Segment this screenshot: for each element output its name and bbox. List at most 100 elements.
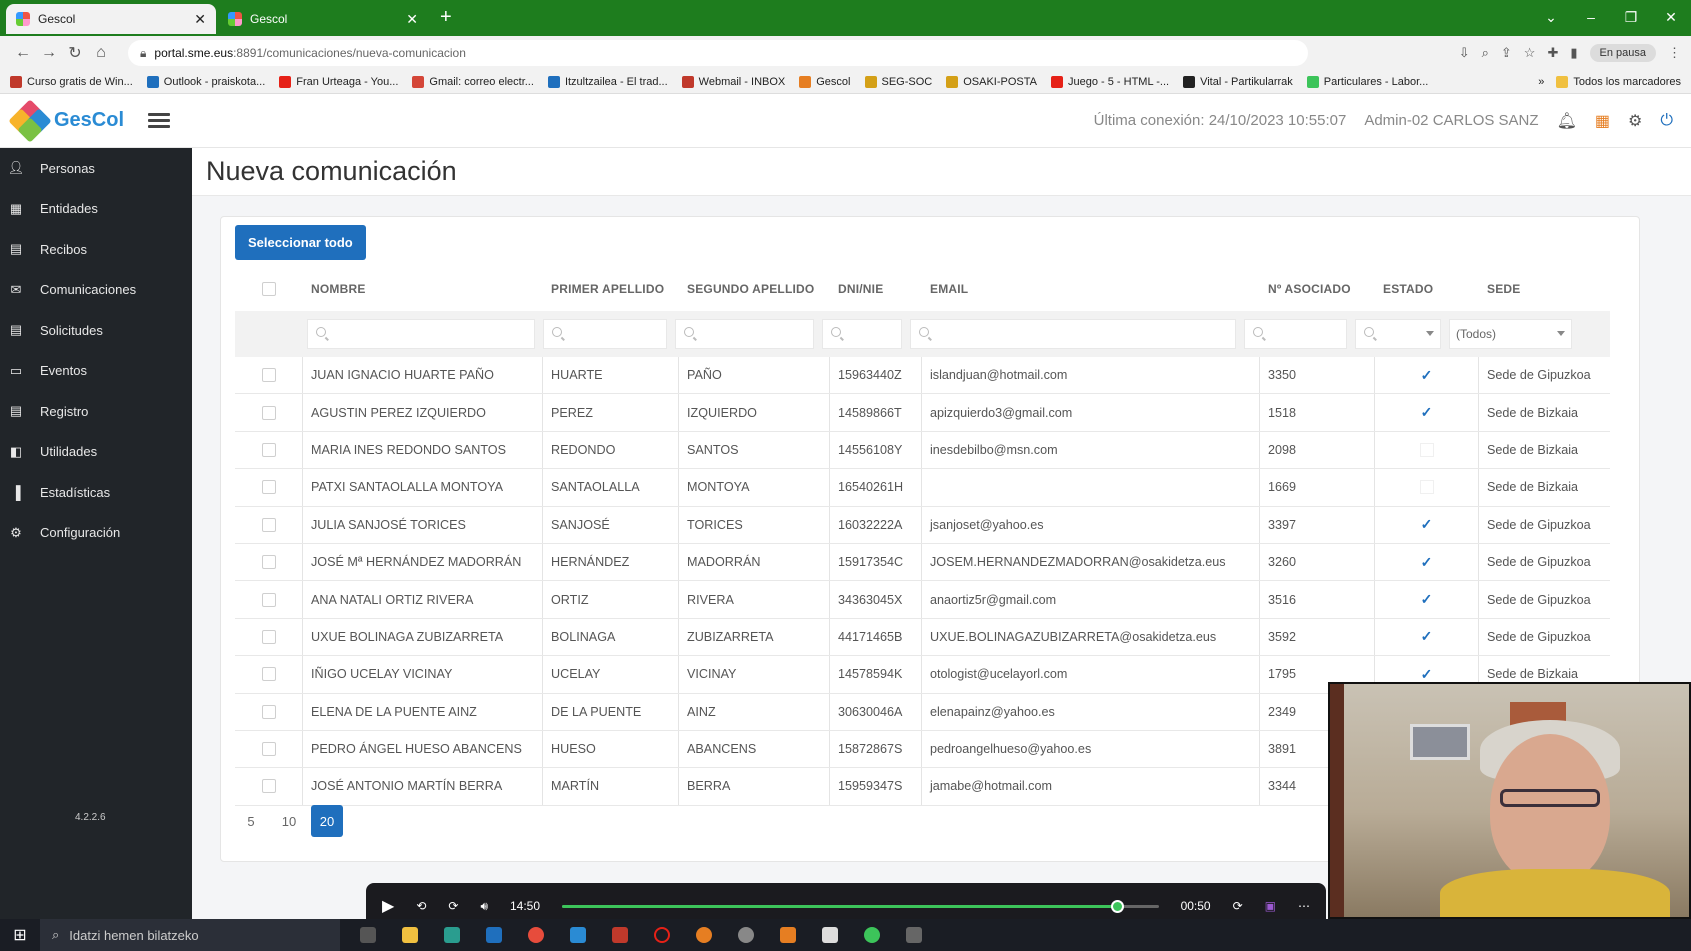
seek-bar[interactable] xyxy=(562,899,1159,913)
row-select-checkbox[interactable] xyxy=(235,693,303,730)
filter-email-input[interactable] xyxy=(910,319,1236,349)
page-size-option[interactable]: 20 xyxy=(311,805,343,837)
bookmark-item[interactable]: Itzultzailea - El trad... xyxy=(547,75,668,88)
browser-tab[interactable]: Gescol ✕ xyxy=(6,4,216,34)
user-name[interactable]: Admin-02 CARLOS SANZ xyxy=(1364,112,1538,129)
column-header-estado[interactable]: ESTADO xyxy=(1375,267,1479,311)
filter-nombre-input[interactable] xyxy=(307,319,535,349)
row-select-checkbox[interactable] xyxy=(235,431,303,469)
bookmark-item[interactable]: SEG-SOC xyxy=(864,75,932,88)
loop-icon[interactable]: ⟳ xyxy=(1233,899,1243,913)
filezilla-icon[interactable] xyxy=(612,927,628,943)
bookmark-item[interactable]: Outlook - praiskota... xyxy=(146,75,265,88)
url-field[interactable]: 🔒︎ portal.sme.eus :8891/comunicaciones/n… xyxy=(128,40,1308,66)
row-select-checkbox[interactable] xyxy=(235,357,303,394)
bookmark-item[interactable]: Gescol xyxy=(799,75,851,88)
select-all-button[interactable]: Seleccionar todo xyxy=(235,225,366,260)
install-icon[interactable]: ⇩ xyxy=(1459,45,1470,61)
app-orange-icon[interactable] xyxy=(780,927,796,943)
filter-estado-select[interactable] xyxy=(1355,319,1441,349)
play-icon[interactable]: ▶ xyxy=(382,896,394,916)
gescol-logo[interactable]: GesCol xyxy=(8,98,124,143)
table-row[interactable]: UXUE BOLINAGA ZUBIZARRETA BOLINAGA ZUBIZAR… xyxy=(235,618,1610,657)
sidebar-item-registro[interactable]: ▤ Registro xyxy=(0,391,192,432)
hamburger-menu-icon[interactable] xyxy=(148,110,171,131)
more-bookmarks-icon[interactable]: » xyxy=(1538,76,1544,88)
browser-tab[interactable]: Gescol ✕ xyxy=(218,4,428,34)
notes-icon[interactable] xyxy=(822,927,838,943)
bookmark-item[interactable]: Webmail - INBOX xyxy=(681,75,785,88)
whatsapp-icon[interactable] xyxy=(864,927,880,943)
row-select-checkbox[interactable] xyxy=(235,730,303,768)
column-header-num-asociado[interactable]: Nº ASOCIADO xyxy=(1260,267,1375,311)
column-header-segundo-apellido[interactable]: SEGUNDO APELLIDO xyxy=(679,267,830,311)
sidebar-toggle-icon[interactable]: ▮ xyxy=(1570,45,1577,61)
page-size-option[interactable]: 10 xyxy=(273,805,305,837)
row-select-checkbox[interactable] xyxy=(235,469,303,506)
column-header-primer-apellido[interactable]: PRIMER APELLIDO xyxy=(543,267,679,311)
column-header-email[interactable]: EMAIL xyxy=(922,267,1260,311)
close-tab-icon[interactable]: ✕ xyxy=(406,11,418,28)
opera-icon[interactable] xyxy=(654,927,670,943)
row-select-checkbox[interactable] xyxy=(235,506,303,543)
reload-icon[interactable]: ↻ xyxy=(62,43,88,63)
all-bookmarks-folder[interactable]: Todos los marcadores xyxy=(1556,75,1681,88)
table-row[interactable]: AGUSTIN PEREZ IZQUIERDO PEREZ IZQUIERDO 145… xyxy=(235,394,1610,432)
apps-grid-icon[interactable]: ▦ xyxy=(1595,111,1610,131)
sidebar-item-estadísticas[interactable]: ▐ Estadísticas xyxy=(0,472,192,513)
star-icon[interactable]: ☆ xyxy=(1524,45,1536,61)
row-select-checkbox[interactable] xyxy=(235,618,303,656)
vscode-icon[interactable] xyxy=(570,927,586,943)
bookmark-item[interactable]: OSAKI-POSTA xyxy=(946,75,1037,88)
sidebar-item-personas[interactable]: 👤︎ Personas xyxy=(0,148,192,189)
tab-search-icon[interactable]: ⌄ xyxy=(1531,0,1571,36)
sidebar-item-solicitudes[interactable]: ▤ Solicitudes xyxy=(0,310,192,351)
filter-dni-input[interactable] xyxy=(822,319,902,349)
table-row[interactable]: PATXI SANTAOLALLA MONTOYA SANTAOLALLA MONT… xyxy=(235,469,1610,507)
filter-segundo-apellido-input[interactable] xyxy=(675,319,814,349)
sidebar-item-entidades[interactable]: ▦ Entidades xyxy=(0,189,192,230)
share-icon[interactable]: ⇪ xyxy=(1501,45,1512,61)
mail-icon[interactable] xyxy=(486,927,502,943)
column-header-nombre[interactable]: NOMBRE xyxy=(303,267,543,311)
close-window-icon[interactable]: ✕ xyxy=(1651,0,1691,36)
settings-gear-icon[interactable]: ⚙ xyxy=(1628,111,1642,131)
edge-icon[interactable] xyxy=(444,927,460,943)
table-row[interactable]: ANA NATALI ORTIZ RIVERA ORTIZ RIVERA 343630… xyxy=(235,581,1610,619)
row-select-checkbox[interactable] xyxy=(235,394,303,431)
sidebar-item-recibos[interactable]: ▤ Recibos xyxy=(0,229,192,270)
taskbar-search[interactable]: ⌕ Idatzi hemen bilatzeko xyxy=(40,919,340,951)
filter-num-asociado-input[interactable] xyxy=(1244,319,1347,349)
close-tab-icon[interactable]: ✕ xyxy=(194,11,206,28)
rewind-icon[interactable]: ⟲ xyxy=(416,899,426,913)
bookmark-item[interactable]: Vital - Partikularrak xyxy=(1183,75,1293,88)
zoom-icon[interactable]: ⌕ xyxy=(1482,45,1489,61)
more-options-icon[interactable]: ⋯ xyxy=(1298,899,1310,913)
sidebar-item-utilidades[interactable]: ◧ Utilidades xyxy=(0,432,192,473)
profile-status[interactable]: En pausa xyxy=(1589,44,1656,62)
seek-handle[interactable] xyxy=(1110,899,1124,913)
bookmark-item[interactable]: Juego - 5 - HTML -... xyxy=(1051,75,1169,88)
chrome-icon[interactable] xyxy=(528,927,544,943)
row-select-checkbox[interactable] xyxy=(235,581,303,618)
table-row[interactable]: MARIA INES REDONDO SANTOS REDONDO SANTOS 14… xyxy=(235,431,1610,470)
sidebar-item-eventos[interactable]: ▭ Eventos xyxy=(0,351,192,392)
filter-sede-select[interactable]: (Todos) xyxy=(1449,319,1572,349)
firefox-icon[interactable] xyxy=(696,927,712,943)
bookmark-item[interactable]: Gmail: correo electr... xyxy=(412,75,534,88)
home-icon[interactable]: ⌂ xyxy=(88,44,114,62)
row-select-checkbox[interactable] xyxy=(235,543,303,581)
forward-icon[interactable]: → xyxy=(36,44,62,62)
task-view-icon[interactable] xyxy=(360,927,376,943)
new-tab-button[interactable]: + xyxy=(440,6,452,29)
bookmark-item[interactable]: Particulares - Labor... xyxy=(1306,75,1428,88)
restore-icon[interactable]: ❐ xyxy=(1611,0,1651,36)
column-header-sede[interactable]: SEDE xyxy=(1479,267,1610,311)
bookmark-item[interactable]: Fran Urteaga - You... xyxy=(279,75,398,88)
volume-icon[interactable]: 🔊︎ xyxy=(480,899,488,914)
davinci-icon[interactable] xyxy=(906,927,922,943)
column-header-dni[interactable]: DNI/NIE xyxy=(830,267,922,311)
minimize-icon[interactable]: – xyxy=(1571,0,1611,36)
bell-icon[interactable]: 🔔︎ xyxy=(1557,111,1577,131)
windows-start-icon[interactable]: ⊞ xyxy=(0,925,40,945)
